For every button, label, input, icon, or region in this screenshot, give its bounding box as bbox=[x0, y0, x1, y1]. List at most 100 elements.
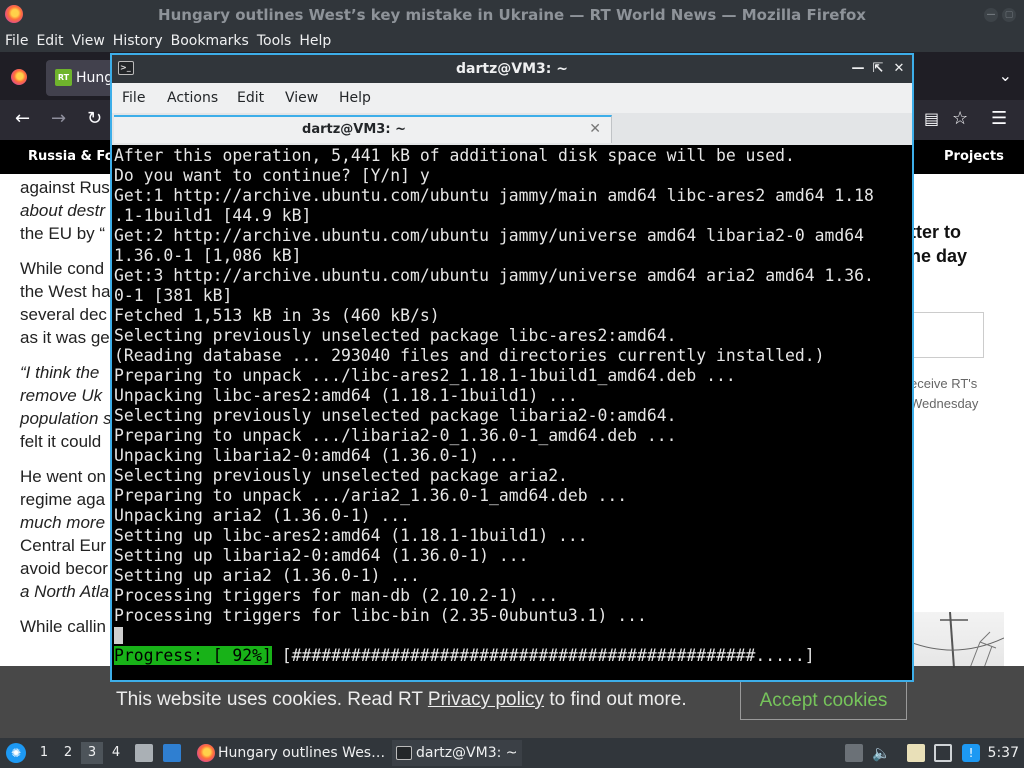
terminal-line: Fetched 1,513 kB in 3s (460 kB/s) bbox=[114, 306, 440, 325]
network-icon[interactable] bbox=[934, 744, 952, 762]
terminal-line: Get:2 http://archive.ubuntu.com/ubuntu j… bbox=[114, 226, 864, 245]
terminal-tab-close-icon[interactable]: ✕ bbox=[589, 121, 601, 137]
hamburger-menu-icon[interactable]: ☰ bbox=[991, 108, 1007, 130]
ff-menu-tools[interactable]: Tools bbox=[252, 30, 295, 52]
ff-menu-edit[interactable]: Edit bbox=[31, 30, 66, 52]
terminal-task-icon bbox=[396, 746, 412, 760]
reload-icon[interactable]: ↻ bbox=[87, 108, 102, 130]
terminal-window: >_ dartz@VM3: ~ — ⇱ ✕ File Actions Edit … bbox=[110, 53, 914, 682]
privacy-policy-link[interactable]: Privacy policy bbox=[428, 689, 544, 710]
back-arrow-icon[interactable]: ← bbox=[15, 108, 30, 130]
taskbar-clock[interactable]: 5:37 bbox=[988, 738, 1019, 768]
terminal-minimize-icon[interactable]: — bbox=[849, 55, 867, 83]
terminal-line: 0-1 [381 kB] bbox=[114, 286, 233, 305]
workspace-3[interactable]: 3 bbox=[81, 742, 103, 764]
terminal-line: After this operation, 5,441 kB of additi… bbox=[114, 146, 795, 165]
terminal-close-icon[interactable]: ✕ bbox=[890, 55, 908, 83]
terminal-line: Do you want to continue? [Y/n] y bbox=[114, 166, 430, 185]
terminal-window-title: dartz@VM3: ~ bbox=[456, 61, 568, 77]
terminal-cursor-line bbox=[114, 626, 910, 646]
terminal-line: Selecting previously unselected package … bbox=[114, 326, 677, 345]
terminal-titlebar: >_ dartz@VM3: ~ — ⇱ ✕ bbox=[112, 55, 912, 83]
workspace-2[interactable]: 2 bbox=[57, 742, 79, 764]
terminal-tabbar: dartz@VM3: ~ ✕ bbox=[112, 113, 912, 145]
terminal-line: Selecting previously unselected package … bbox=[114, 406, 677, 425]
taskbar: ✺ 1 2 3 4 Hungary outlines Wes… dartz@VM… bbox=[0, 738, 1024, 768]
terminal-line: Unpacking libaria2-0:amd64 (1.36.0-1) ..… bbox=[114, 446, 519, 465]
ff-menu-file[interactable]: File bbox=[0, 30, 31, 52]
progress-bar: [#######################################… bbox=[271, 646, 815, 665]
taskbar-task-terminal-label: dartz@VM3: ~ bbox=[416, 745, 518, 761]
firefox-view-icon[interactable] bbox=[11, 69, 27, 85]
ff-menu-history[interactable]: History bbox=[108, 30, 166, 52]
cookie-text-before: This website uses cookies. Read RT bbox=[116, 689, 428, 710]
terminal-line: Selecting previously unselected package … bbox=[114, 466, 568, 485]
file-manager-icon[interactable] bbox=[135, 744, 153, 762]
terminal-line: Processing triggers for man-db (2.10.2-1… bbox=[114, 586, 559, 605]
rt-favicon-icon: RT bbox=[55, 69, 72, 86]
terminal-line: Get:3 http://archive.ubuntu.com/ubuntu j… bbox=[114, 266, 874, 285]
updates-tray-icon[interactable] bbox=[845, 744, 863, 762]
workspace-4[interactable]: 4 bbox=[105, 742, 127, 764]
terminal-line: 1.36.0-1 [1,086 kB] bbox=[114, 246, 302, 265]
cookie-message: This website uses cookies. Read RT Priva… bbox=[116, 685, 687, 715]
newsletter-note-line: Wednesday bbox=[910, 396, 979, 411]
terminal-maximize-icon[interactable]: ⇱ bbox=[869, 55, 887, 83]
forward-arrow-icon[interactable]: → bbox=[51, 108, 66, 130]
terminal-progress-line: Progress: [ 92%] [######################… bbox=[114, 646, 910, 666]
terminal-app-icon: >_ bbox=[118, 61, 134, 75]
terminal-output[interactable]: After this operation, 5,441 kB of additi… bbox=[114, 146, 910, 678]
term-menu-file[interactable]: File bbox=[122, 83, 145, 113]
terminal-tab[interactable]: dartz@VM3: ~ ✕ bbox=[114, 115, 612, 143]
workspace-1[interactable]: 1 bbox=[33, 742, 55, 764]
clipboard-icon[interactable] bbox=[907, 744, 925, 762]
firefox-maximize-icon[interactable]: ▢ bbox=[1002, 8, 1016, 22]
newsletter-note-line: eceive RT's bbox=[910, 376, 978, 391]
firefox-minimize-icon[interactable]: — bbox=[984, 8, 998, 22]
ff-menu-help[interactable]: Help bbox=[294, 30, 334, 52]
bookmark-star-icon[interactable]: ☆ bbox=[952, 108, 968, 130]
show-desktop-icon[interactable] bbox=[163, 744, 181, 762]
newsletter-promo: tter to ne day bbox=[910, 220, 1024, 268]
accept-cookies-button[interactable]: Accept cookies bbox=[740, 681, 907, 720]
terminal-line: (Reading database ... 293040 files and d… bbox=[114, 346, 825, 365]
rt-nav-projects-link[interactable]: Projects bbox=[944, 140, 1004, 174]
terminal-line: Get:1 http://archive.ubuntu.com/ubuntu j… bbox=[114, 186, 874, 205]
reader-view-icon[interactable]: ▤ bbox=[924, 108, 939, 130]
terminal-line: Setting up libc-ares2:amd64 (1.18.1-1bui… bbox=[114, 526, 588, 545]
terminal-line: Unpacking aria2 (1.36.0-1) ... bbox=[114, 506, 411, 525]
terminal-line: Unpacking libc-ares2:amd64 (1.18.1-1buil… bbox=[114, 386, 578, 405]
term-menu-actions[interactable]: Actions bbox=[167, 83, 218, 113]
term-menu-help[interactable]: Help bbox=[339, 83, 371, 113]
taskbar-task-firefox[interactable]: Hungary outlines Wes… bbox=[194, 740, 386, 766]
firefox-window-title: Hungary outlines West’s key mistake in U… bbox=[158, 6, 866, 24]
taskbar-task-terminal[interactable]: dartz@VM3: ~ bbox=[392, 740, 522, 766]
list-all-tabs-icon[interactable]: ⌄ bbox=[999, 66, 1012, 85]
volume-icon[interactable]: 🔈 bbox=[872, 744, 891, 762]
terminal-tab-title: dartz@VM3: ~ bbox=[302, 122, 406, 137]
ff-menu-view[interactable]: View bbox=[67, 30, 108, 52]
progress-label: Progress: [ 92%] bbox=[114, 646, 272, 665]
terminal-cursor bbox=[114, 627, 123, 644]
terminal-line: .1-1build1 [44.9 kB] bbox=[114, 206, 312, 225]
article-sidebar: tter to ne day eceive RT's Wednesday bbox=[909, 220, 1024, 669]
newsletter-promo-line: tter to bbox=[910, 222, 961, 242]
terminal-line: Setting up aria2 (1.36.0-1) ... bbox=[114, 566, 420, 585]
term-menu-view[interactable]: View bbox=[285, 83, 318, 113]
newsletter-promo-line: ne day bbox=[910, 246, 968, 266]
start-menu-icon[interactable]: ✺ bbox=[6, 743, 26, 763]
terminal-line: Preparing to unpack .../libc-ares2_1.18.… bbox=[114, 366, 736, 385]
firefox-logo-icon bbox=[5, 5, 23, 23]
firefox-task-icon bbox=[197, 744, 215, 762]
newsletter-note: eceive RT's Wednesday bbox=[910, 374, 1020, 414]
sidebar-photo bbox=[909, 611, 1005, 669]
firefox-menubar: File Edit View History Bookmarks Tools Help bbox=[0, 30, 1024, 52]
ff-menu-bookmarks[interactable]: Bookmarks bbox=[166, 30, 252, 52]
power-line-illustration bbox=[909, 611, 1005, 669]
terminal-line: Setting up libaria2-0:amd64 (1.36.0-1) .… bbox=[114, 546, 529, 565]
firefox-titlebar: Hungary outlines West’s key mistake in U… bbox=[0, 0, 1024, 30]
newsletter-email-input[interactable] bbox=[910, 312, 984, 358]
notifications-icon[interactable]: ! bbox=[962, 744, 980, 762]
terminal-line: Preparing to unpack .../libaria2-0_1.36.… bbox=[114, 426, 677, 445]
term-menu-edit[interactable]: Edit bbox=[237, 83, 264, 113]
